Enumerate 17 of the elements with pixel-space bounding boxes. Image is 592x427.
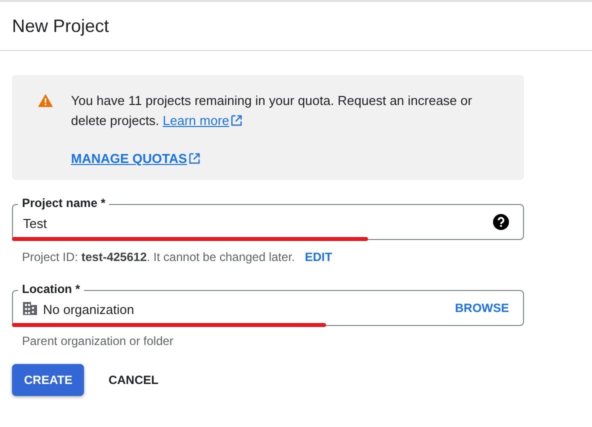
edit-button[interactable]: EDIT [300, 248, 336, 266]
helper-text: Parent organization or folder [22, 334, 174, 348]
quota-message: You have 11 projects remaining in your quota. Request an increase or delete projects. Learn more [71, 92, 474, 130]
external-link-icon [231, 115, 242, 126]
warning-icon [38, 94, 53, 107]
learn-more-link[interactable]: Learn more [162, 113, 242, 128]
external-link-icon [189, 153, 200, 164]
help-icon[interactable] [493, 214, 509, 230]
create-button[interactable]: CREATE [12, 364, 84, 396]
field-label: Project name * [18, 196, 110, 210]
manage-quotas-link[interactable]: MANAGE QUOTAS [71, 151, 200, 166]
page-title: New Project [12, 16, 110, 36]
helper-text: Project ID: test-425612. It cannot be changed later. [22, 250, 295, 264]
cancel-button[interactable]: CANCEL [94, 364, 172, 396]
field-label: Location * [18, 282, 84, 296]
browse-button[interactable]: BROWSE [455, 301, 509, 315]
building-icon [23, 301, 37, 315]
